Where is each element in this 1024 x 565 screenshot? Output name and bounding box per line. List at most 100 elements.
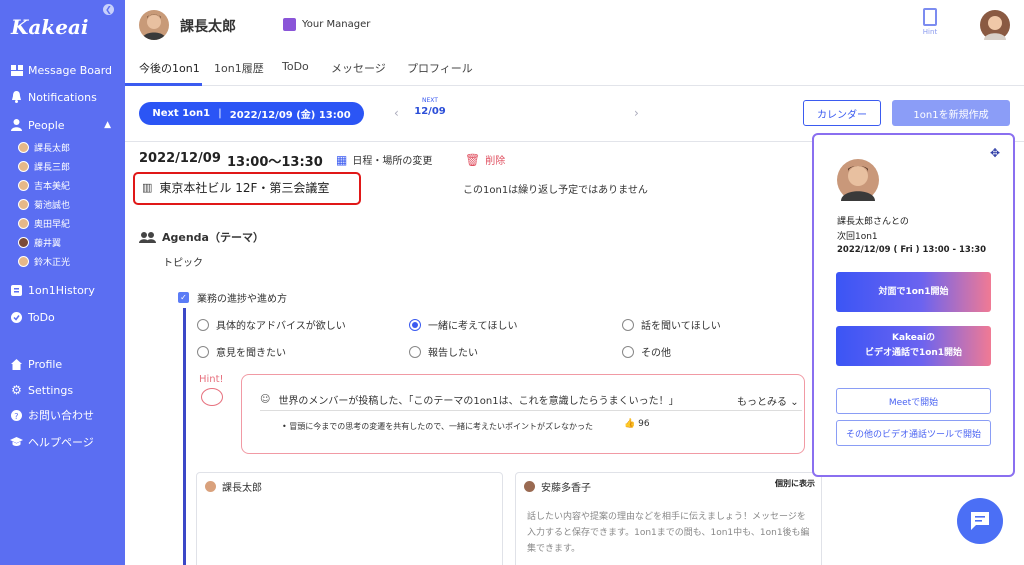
hint-question-text: 世界のメンバーが投稿した、「このテーマの1on1は、これを意識したらうまくいった… — [278, 396, 679, 407]
community-icon: ☺ — [260, 394, 271, 405]
button-label: ビデオ通話で1on1開始 — [864, 348, 963, 358]
divider — [260, 410, 802, 411]
start-meet-button[interactable]: Meetで開始 — [836, 388, 991, 414]
hint-label: Hint — [922, 28, 938, 36]
radio-option[interactable]: 具体的なアドバイスが欲しい — [197, 317, 346, 332]
memo-card-owner: 安藤多香子 — [524, 479, 591, 494]
person-name: 奥田早紀 — [34, 219, 71, 230]
radio-icon — [622, 345, 634, 358]
sidebar-item-people[interactable]: People ▲ — [0, 114, 125, 136]
avatar — [18, 160, 29, 172]
chevron-left-icon[interactable]: ‹ — [394, 106, 399, 120]
person-name: 吉本美紀 — [34, 181, 71, 192]
person-name: 藤井翼 — [34, 238, 62, 249]
chevron-up-icon[interactable]: ▲ — [104, 120, 111, 130]
sidebar-person-3[interactable]: 吉本美紀 — [18, 177, 123, 193]
radio-option[interactable]: 意見を聞きたい — [197, 344, 286, 359]
topic-bar — [183, 308, 186, 565]
book-icon — [923, 8, 937, 26]
owner-name: 課長太郎 — [222, 483, 262, 494]
tab-upcoming[interactable]: 今後の1on1 — [139, 60, 200, 76]
sidebar-person-5[interactable]: 奥田早紀 — [18, 215, 123, 231]
divider: | — [218, 108, 222, 119]
checkbox-checked-icon: ✓ — [178, 292, 189, 303]
chevron-right-icon[interactable]: › — [634, 106, 639, 120]
avatar — [18, 198, 29, 210]
tab-todo[interactable]: ToDo — [282, 60, 309, 73]
delete-button[interactable]: 🗑 削除 — [465, 152, 506, 168]
panel-datetime: 2022/12/09 ( Fri ) 13:00 - 13:30 — [837, 245, 987, 255]
create-1on1-button[interactable]: 1on1を新規作成 — [892, 100, 1010, 126]
radio-option[interactable]: 話を聞いてほしい — [622, 317, 721, 332]
radio-option[interactable]: 一緒に考えてほしい — [409, 317, 518, 332]
radio-option[interactable]: その他 — [622, 344, 671, 359]
sidebar-item-label: People — [28, 118, 65, 132]
chat-icon — [971, 512, 989, 530]
pager-date: 12/09 — [414, 106, 446, 117]
meeting-time: 13:00〜13:30 — [227, 155, 323, 170]
hint-button[interactable]: Hint — [919, 8, 941, 36]
radio-label: 意見を聞きたい — [216, 348, 286, 359]
show-more-button[interactable]: もっとみる ⌄ — [737, 393, 799, 408]
owner-name: 安藤多香子 — [541, 483, 591, 494]
person-name: 菊池誠也 — [34, 200, 71, 211]
like-button[interactable]: 👍 96 — [624, 419, 650, 429]
settings-icon[interactable]: ✥ — [990, 146, 1000, 160]
kakeai-logo[interactable]: Kakeai — [11, 15, 88, 39]
delete-label: 削除 — [485, 156, 506, 167]
start-kakeai-video-button[interactable]: Kakeaiの ビデオ通話で1on1開始 — [836, 326, 991, 366]
collapse-sidebar-icon[interactable]: ❮ — [103, 4, 114, 15]
checkbox-label: 業務の進捗や進め方 — [197, 294, 287, 305]
change-schedule-label: 日程・場所の変更 — [352, 156, 433, 167]
sidebar-person-2[interactable]: 課長三郎 — [18, 158, 123, 174]
trash-icon: 🗑 — [465, 152, 481, 167]
show-more-label: もっとみる — [737, 397, 787, 408]
chat-button[interactable] — [957, 498, 1003, 544]
sidebar-item-message-board[interactable]: Message Board — [0, 59, 125, 81]
memo-placeholder[interactable]: 話したい内容や提案の理由などを相手に伝えましょう！メッセージを入力すると保存でき… — [527, 509, 812, 557]
sidebar-person-4[interactable]: 菊池誠也 — [18, 196, 123, 212]
help-icon: ? — [10, 409, 23, 422]
topic-checkbox[interactable]: ✓ 業務の進捗や進め方 — [178, 290, 287, 305]
agenda-heading: Agenda（テーマ） — [139, 229, 264, 245]
start-face-to-face-button[interactable]: 対面で1on1開始 — [836, 272, 991, 312]
start-other-video-button[interactable]: その他のビデオ通話ツールで開始 — [836, 420, 991, 446]
graduation-cap-icon — [10, 436, 23, 449]
sidebar-item-settings[interactable]: ⚙ Settings — [0, 379, 125, 401]
hint-item: • 冒頭に今までの思考の変遷を共有したので、一緒に考えたいポイントがズレなかった — [282, 422, 593, 431]
sidebar-item-notifications[interactable]: Notifications — [0, 86, 125, 108]
avatar — [139, 10, 169, 40]
panel-line-2: 次回1on1 — [837, 232, 878, 242]
sidebar-item-label: Notifications — [28, 90, 97, 104]
sidebar-item-1on1history[interactable]: 1on1History — [0, 279, 125, 301]
sidebar-item-profile[interactable]: Profile — [0, 353, 125, 375]
radio-icon — [622, 318, 634, 331]
radio-label: 一緒に考えてほしい — [428, 321, 518, 332]
sidebar-person-7[interactable]: 鈴木正光 — [18, 253, 123, 269]
building-icon: ▥ — [142, 181, 153, 194]
user-avatar[interactable] — [980, 10, 1010, 40]
sidebar-item-label: 1on1History — [28, 283, 95, 297]
sidebar-person-6[interactable]: 藤井翼 — [18, 234, 123, 250]
sidebar-item-help-page[interactable]: ヘルプページ — [0, 431, 125, 453]
individual-view-toggle[interactable]: 個別に表示 — [775, 478, 815, 489]
sidebar-item-contact[interactable]: ? お問い合わせ — [0, 404, 125, 426]
sidebar: Kakeai ❮ Message Board Notifications Peo… — [0, 0, 125, 565]
next-1on1-pill[interactable]: Next 1on1 | 2022/12/09 (金) 13:00 — [139, 102, 364, 125]
sidebar-item-todo[interactable]: ToDo — [0, 306, 125, 328]
next-label: Next 1on1 — [152, 108, 211, 119]
radio-icon — [197, 345, 209, 358]
tab-history[interactable]: 1on1履歴 — [214, 60, 264, 76]
tab-messages[interactable]: メッセージ — [331, 60, 386, 76]
calendar-button[interactable]: カレンダー — [803, 100, 881, 126]
change-schedule-button[interactable]: ▦ 日程・場所の変更 — [336, 152, 433, 168]
radio-label: 具体的なアドバイスが欲しい — [216, 321, 346, 332]
start-1on1-panel: ✥ 課長太郎さんとの 次回1on1 2022/12/09 ( Fri ) 13:… — [812, 133, 1015, 477]
location-text: 東京本社ビル 12F・第三会議室 — [159, 181, 330, 195]
radio-option[interactable]: 報告したい — [409, 344, 478, 359]
repeat-note: この1on1は繰り返し予定ではありません — [463, 185, 648, 196]
sidebar-item-label: Message Board — [28, 63, 113, 77]
tab-profile[interactable]: プロフィール — [407, 60, 473, 76]
avatar — [18, 179, 29, 191]
sidebar-person-1[interactable]: 課長太郎 — [18, 139, 123, 155]
